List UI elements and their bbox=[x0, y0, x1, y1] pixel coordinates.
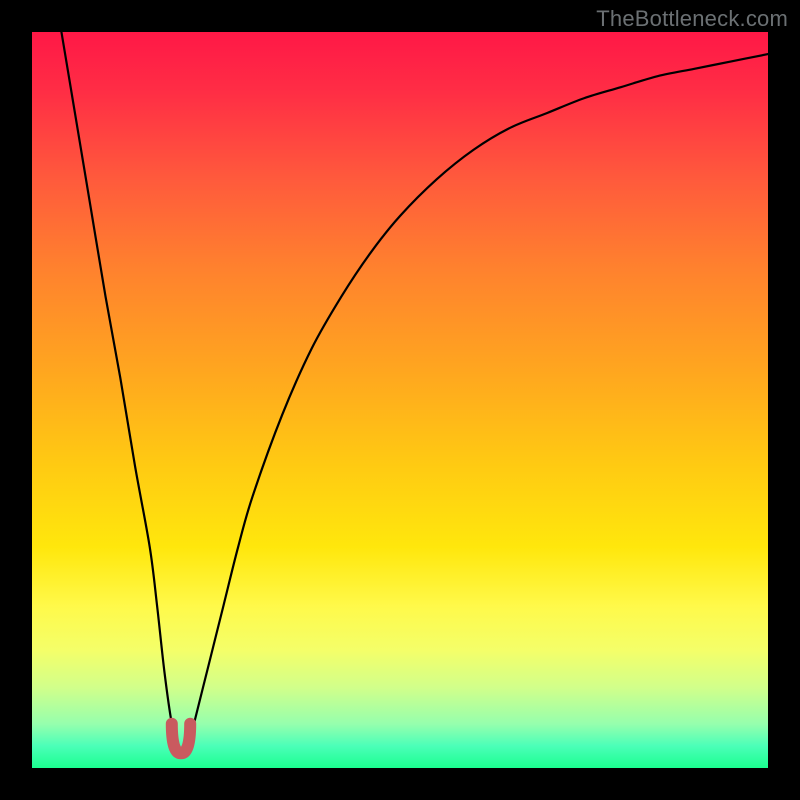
plot-area bbox=[32, 32, 768, 768]
bottleneck-curve bbox=[61, 32, 768, 757]
minimum-marker bbox=[172, 724, 190, 754]
chart-frame: TheBottleneck.com bbox=[0, 0, 800, 800]
curve-layer bbox=[32, 32, 768, 768]
watermark-text: TheBottleneck.com bbox=[596, 6, 788, 32]
